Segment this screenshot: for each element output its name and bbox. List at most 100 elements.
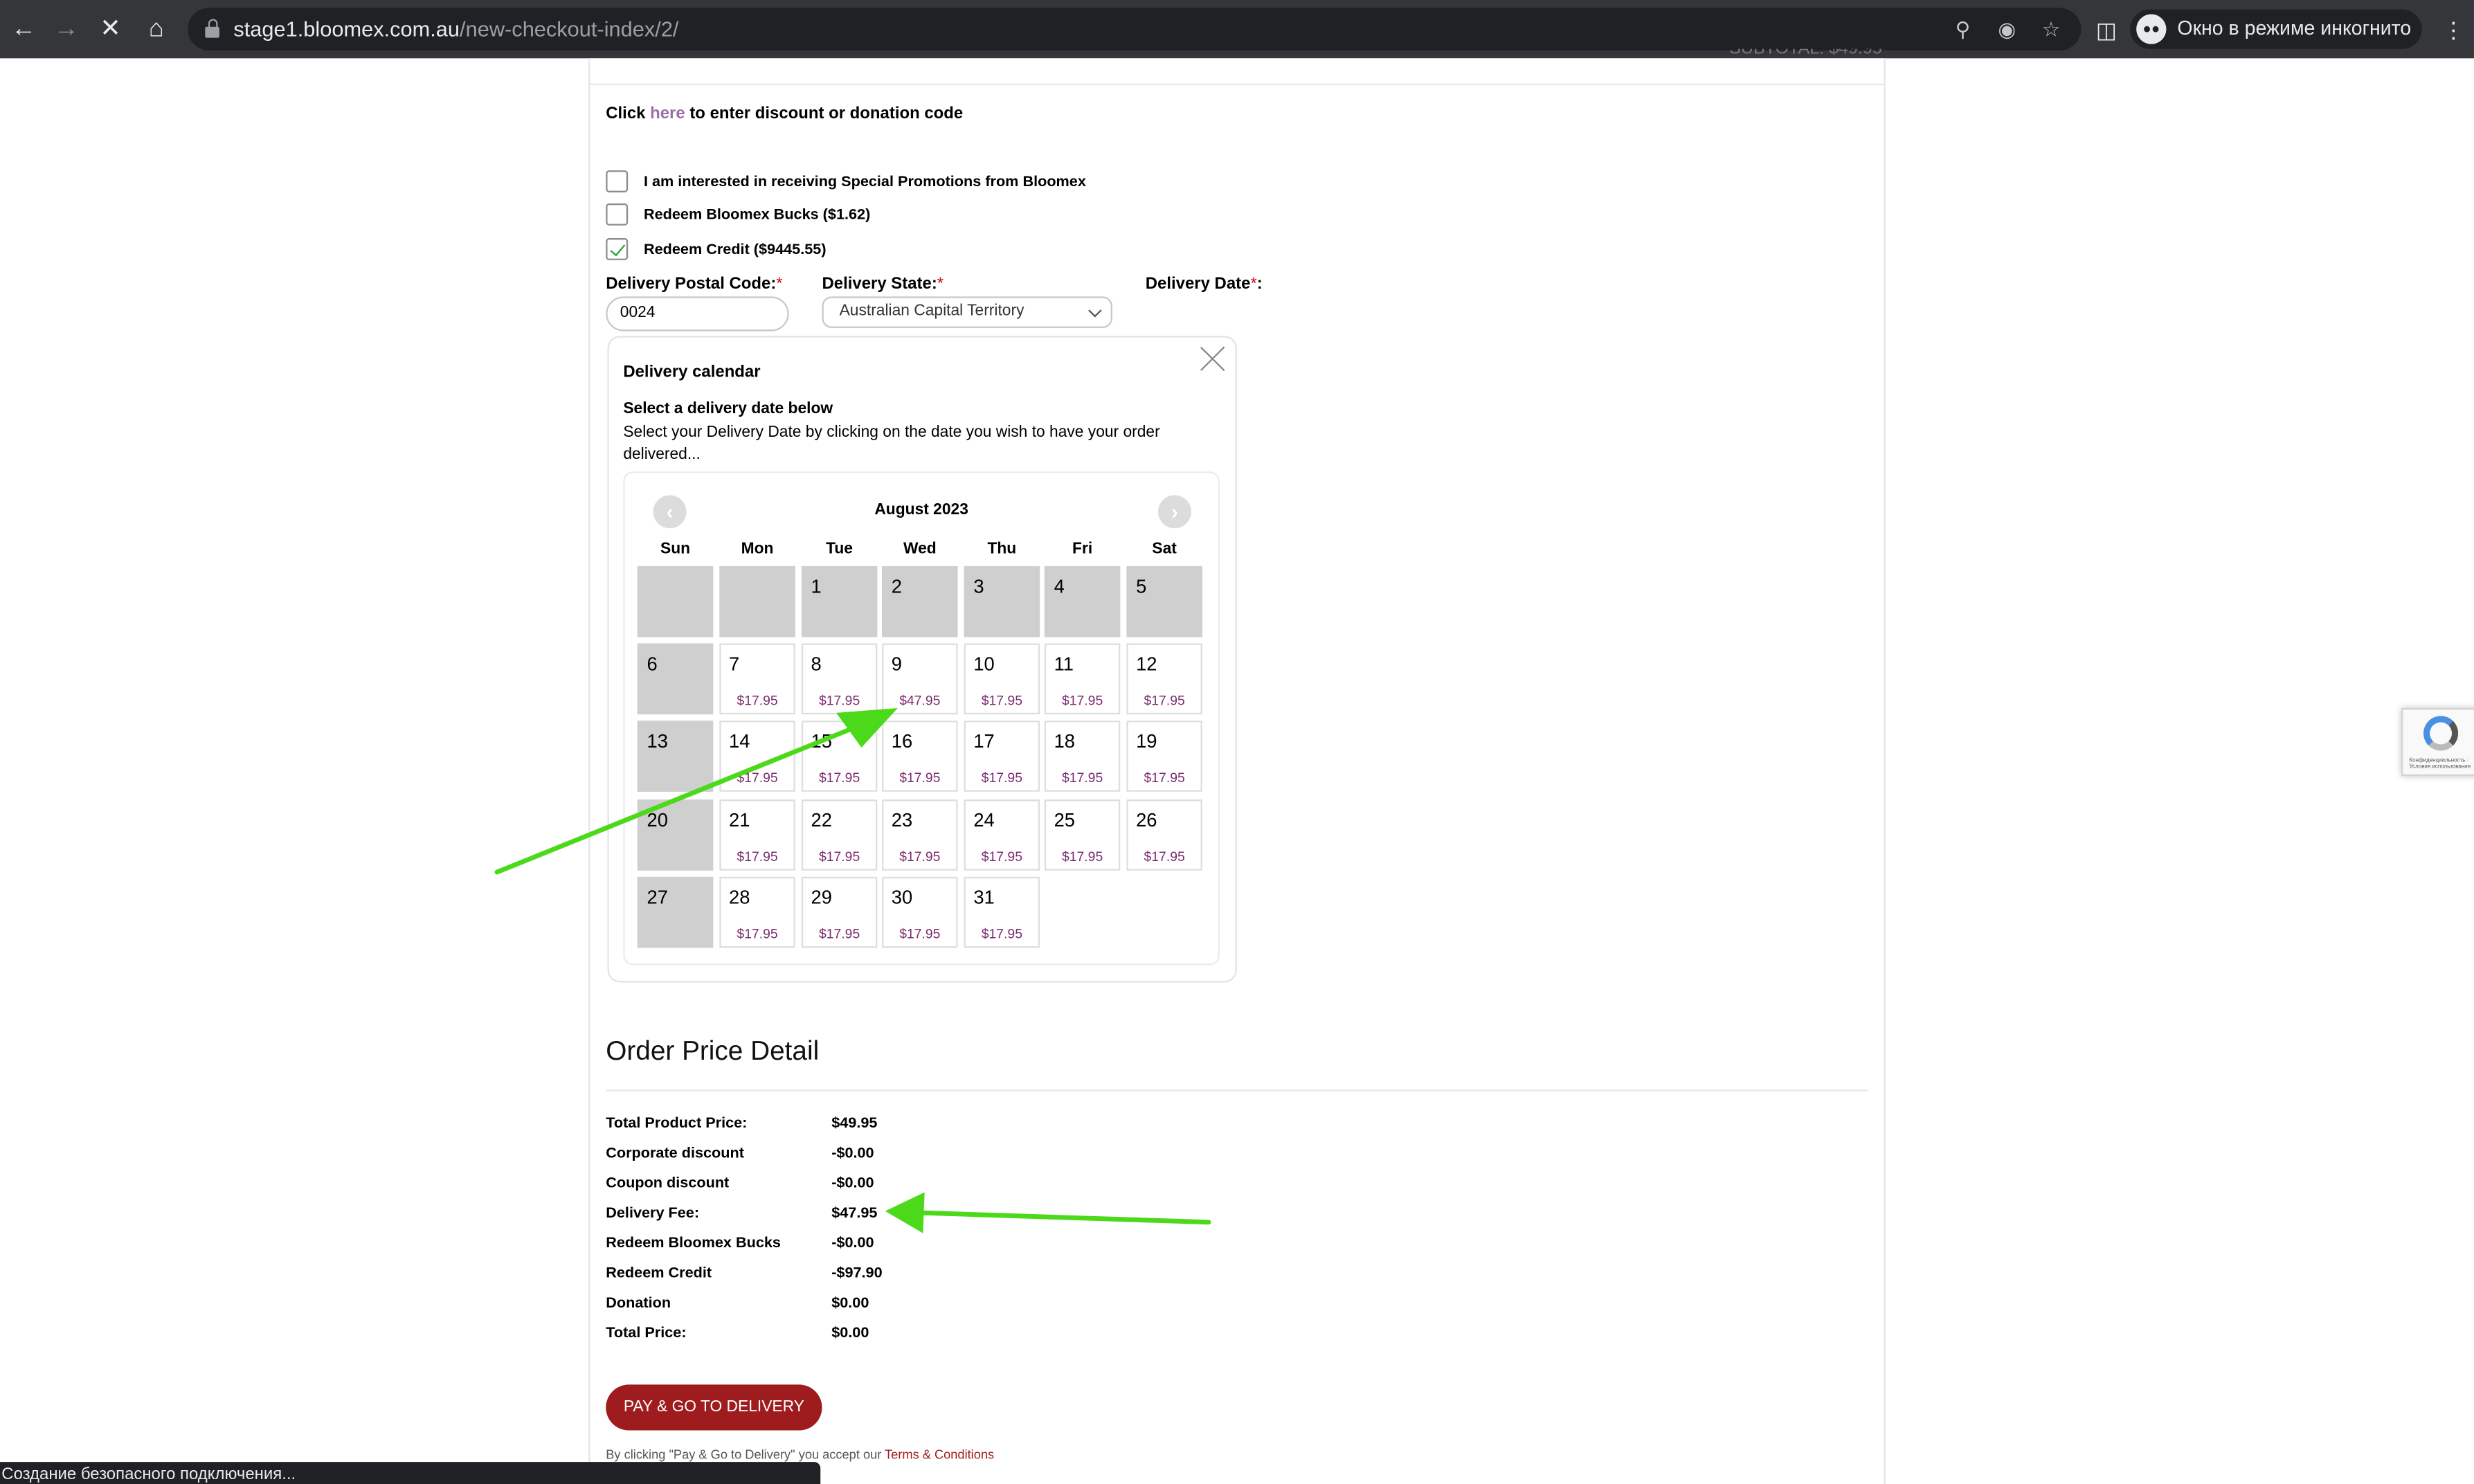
incognito-label: Окно в режиме инкогнито [2177, 17, 2412, 39]
calendar-day-25[interactable]: 25 $17.95 [1044, 799, 1121, 871]
day-delivery-price: $17.95 [1061, 769, 1103, 786]
day-delivery-price: $17.95 [981, 692, 1022, 709]
discount-link[interactable]: here [650, 104, 685, 123]
weekday-header-fri: Fri [1072, 541, 1093, 559]
price-value: -$0.00 [831, 1234, 874, 1253]
calendar-description: Select your Delivery Date by clicking on… [623, 424, 1160, 464]
url-text[interactable]: stage1.bloomex.com.au/new-checkout-index… [233, 17, 678, 41]
day-number: 3 [973, 575, 984, 598]
day-number: 15 [811, 730, 833, 752]
day-delivery-price: $17.95 [737, 769, 778, 786]
day-number: 28 [729, 886, 750, 909]
order-divider [606, 1089, 1868, 1092]
delivery-date-label: Delivery Date*: [1146, 274, 1263, 293]
day-number: 12 [1136, 653, 1157, 676]
calendar-day-12[interactable]: 12 $17.95 [1126, 643, 1202, 715]
redeem-credit-checkbox[interactable] [606, 238, 629, 260]
day-delivery-price: $17.95 [818, 848, 860, 865]
terms-link[interactable]: Terms & Conditions [885, 1448, 994, 1463]
price-value: $47.95 [831, 1204, 878, 1222]
calendar-day-22[interactable]: 22 $17.95 [801, 799, 878, 871]
calendar-day-26[interactable]: 26 $17.95 [1126, 799, 1202, 871]
calendar-day-17[interactable]: 17 $17.95 [964, 721, 1040, 792]
price-value: $0.00 [831, 1294, 869, 1312]
day-number: 11 [1054, 653, 1074, 676]
postal-code-label-text: Delivery Postal Code: [606, 274, 777, 293]
recaptcha-text: Конфиденциальность · Условия использован… [2409, 757, 2471, 770]
calendar-day-18[interactable]: 18 $17.95 [1044, 721, 1121, 792]
price-value: $49.95 [831, 1114, 878, 1132]
url-host: stage1.bloomex.com.au [233, 17, 460, 42]
calendar-day-11[interactable]: 11 $17.95 [1044, 643, 1121, 715]
price-value: -$97.90 [831, 1265, 883, 1283]
stop-loading-icon[interactable]: ✕ [95, 15, 127, 46]
subtotal-text: SUBTOTAL: $49.95 [1729, 49, 1882, 60]
calendar-day-29[interactable]: 29 $17.95 [801, 876, 878, 948]
bookmark-star-icon[interactable]: ☆ [2037, 16, 2066, 44]
calendar-day-21[interactable]: 21 $17.95 [719, 799, 795, 871]
day-number: 24 [973, 808, 995, 831]
calendar-day-10[interactable]: 10 $17.95 [964, 643, 1040, 715]
calendar-day-28[interactable]: 28 $17.95 [719, 876, 795, 948]
price-value: $0.00 [831, 1324, 869, 1342]
day-number: 8 [811, 653, 822, 676]
bloomex-bucks-checkbox[interactable] [606, 203, 629, 226]
delivery-date-label-colon: : [1256, 274, 1263, 293]
forward-icon[interactable]: → [51, 15, 82, 46]
promotions-option[interactable]: I am interested in receiving Special Pro… [606, 170, 1086, 192]
tracking-protection-icon[interactable]: ◉ [1993, 16, 2021, 44]
calendar-day-19[interactable]: 19 $17.95 [1126, 721, 1202, 792]
delivery-state-select[interactable]: Australian Capital Territory [822, 296, 1112, 328]
calendar-day-8[interactable]: 8 $17.95 [801, 643, 878, 715]
calendar-day-30[interactable]: 30 $17.95 [882, 876, 958, 948]
delivery-state-label-text: Delivery State: [822, 274, 937, 293]
calendar-day-23[interactable]: 23 $17.95 [882, 799, 958, 871]
section-divider [590, 83, 1884, 86]
calendar-day-7[interactable]: 7 $17.95 [719, 643, 795, 715]
incognito-badge[interactable]: ●● Окно в режиме инкогнито [2130, 9, 2422, 49]
price-row: Total Price: $0.00 [606, 1325, 1079, 1347]
day-number: 7 [729, 653, 740, 676]
prev-month-icon[interactable]: ‹ [653, 495, 687, 529]
next-month-icon[interactable]: › [1158, 495, 1191, 529]
calendar-day-16[interactable]: 16 $17.95 [882, 721, 958, 792]
day-delivery-price: $17.95 [737, 848, 778, 865]
calendar-day-24[interactable]: 24 $17.95 [964, 799, 1040, 871]
postal-code-input[interactable]: 0024 [606, 296, 789, 332]
calendar-day-5: 5 [1126, 565, 1202, 637]
day-number: 22 [811, 808, 833, 831]
close-icon[interactable] [1199, 345, 1226, 372]
required-mark: * [937, 274, 944, 293]
price-value: -$0.00 [831, 1145, 874, 1163]
day-number: 19 [1136, 730, 1157, 752]
home-icon[interactable]: ⌂ [141, 15, 172, 46]
redeem-credit-option[interactable]: Redeem Credit ($9445.55) [606, 238, 827, 260]
calendar-day-31[interactable]: 31 $17.95 [964, 876, 1040, 948]
promotions-checkbox[interactable] [606, 170, 629, 192]
lock-icon[interactable] [205, 19, 219, 38]
calendar-day-14[interactable]: 14 $17.95 [719, 721, 795, 792]
day-delivery-price: $17.95 [818, 769, 860, 786]
calendar-day-9[interactable]: 9 $47.95 [882, 643, 958, 715]
menu-dots-icon[interactable]: ⋮ [2438, 15, 2470, 46]
required-mark: * [1250, 274, 1257, 293]
price-label: Corporate discount [606, 1145, 744, 1163]
price-label: Total Price: [606, 1324, 687, 1342]
day-number: 13 [647, 730, 668, 752]
price-row: Redeem Credit -$97.90 [606, 1265, 1079, 1287]
address-bar[interactable]: stage1.bloomex.com.au/new-checkout-index… [188, 8, 2082, 51]
price-row: Total Product Price: $49.95 [606, 1115, 1079, 1137]
calendar-day-15[interactable]: 15 $17.95 [801, 721, 878, 792]
recaptcha-badge[interactable]: Конфиденциальность · Условия использован… [2401, 708, 2474, 776]
calendar-empty-cell [719, 565, 795, 637]
back-icon[interactable]: ← [8, 15, 39, 46]
zoom-icon[interactable]: ⚲ [1949, 16, 1977, 44]
calendar-day-13: 13 [637, 721, 714, 792]
side-panel-icon[interactable]: ◫ [2091, 15, 2122, 46]
pay-go-to-delivery-button[interactable]: PAY & GO TO DELIVERY [606, 1384, 822, 1431]
recaptcha-icon [2423, 716, 2459, 751]
order-price-title: Order Price Detail [606, 1035, 820, 1067]
bloomex-bucks-option[interactable]: Redeem Bloomex Bucks ($1.62) [606, 203, 870, 226]
price-row: Coupon discount -$0.00 [606, 1175, 1079, 1197]
day-number: 23 [891, 808, 913, 831]
